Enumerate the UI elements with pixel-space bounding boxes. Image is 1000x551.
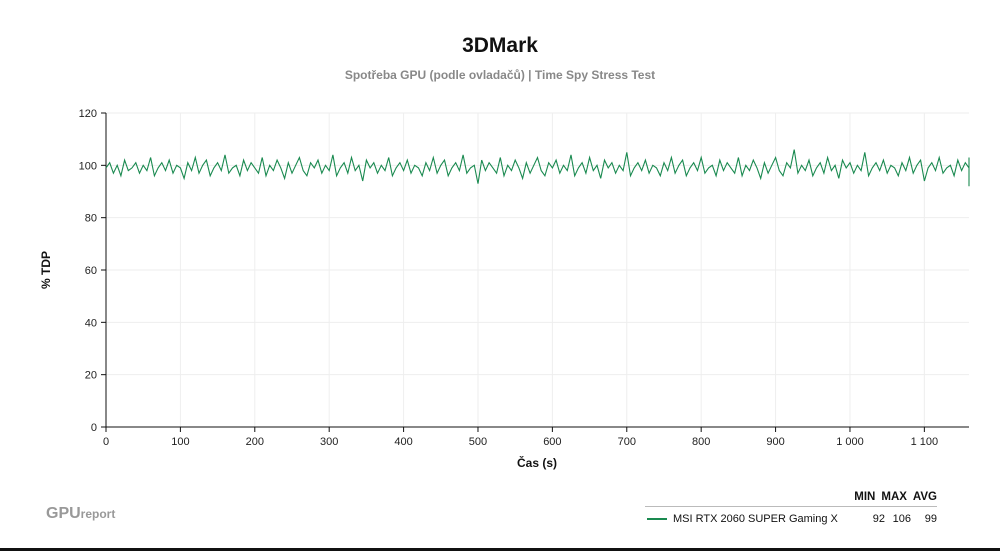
- x-tick-label: 200: [246, 436, 264, 448]
- x-tick-label: 500: [469, 436, 487, 448]
- legend-series-name: MSI RTX 2060 SUPER Gaming X: [673, 513, 838, 525]
- y-tick-label: 60: [85, 265, 97, 277]
- legend-header: MIN MAX AVG: [645, 491, 937, 507]
- legend-header-min: MIN: [854, 491, 876, 503]
- x-tick-label: 1 000: [836, 436, 864, 448]
- series-line: [105, 149, 970, 187]
- y-tick-label: 40: [85, 317, 97, 329]
- x-tick-label: 900: [766, 436, 784, 448]
- x-tick-label: 0: [103, 436, 109, 448]
- x-tick-label: 700: [618, 436, 636, 448]
- y-tick-label: 20: [85, 370, 97, 382]
- y-tick-label: 120: [79, 108, 97, 120]
- legend-header-avg: AVG: [912, 491, 937, 503]
- y-tick-label: 0: [91, 422, 97, 434]
- legend-swatch: [647, 518, 667, 520]
- x-tick-label: 800: [692, 436, 710, 448]
- legend: MIN MAX AVG MSI RTX 2060 SUPER Gaming X …: [645, 491, 937, 525]
- x-tick-label: 300: [320, 436, 338, 448]
- legend-min: 92: [872, 513, 885, 525]
- legend-max: 106: [892, 513, 911, 525]
- x-tick-label: 100: [171, 436, 189, 448]
- y-axis-label: % TDP: [39, 251, 53, 289]
- legend-header-max: MAX: [881, 491, 907, 503]
- x-tick-label: 600: [543, 436, 561, 448]
- legend-avg: 99: [924, 513, 937, 525]
- chart-container: 3DMark Spotřeba GPU (podle ovladačů) | T…: [0, 0, 1000, 551]
- gpureport-logo: GPUreport: [46, 505, 116, 522]
- y-tick-label: 100: [79, 160, 97, 172]
- x-tick-label: 400: [394, 436, 412, 448]
- x-axis-label: Čas (s): [517, 455, 557, 470]
- y-tick-label: 80: [85, 213, 97, 225]
- legend-row: MSI RTX 2060 SUPER Gaming X 92 106 99: [645, 513, 937, 525]
- plot-area: 0 20 40 60 80 100 120 0 100 200 300 400 500 600 700 800…: [39, 108, 970, 470]
- x-tick-label: 1 100: [911, 436, 939, 448]
